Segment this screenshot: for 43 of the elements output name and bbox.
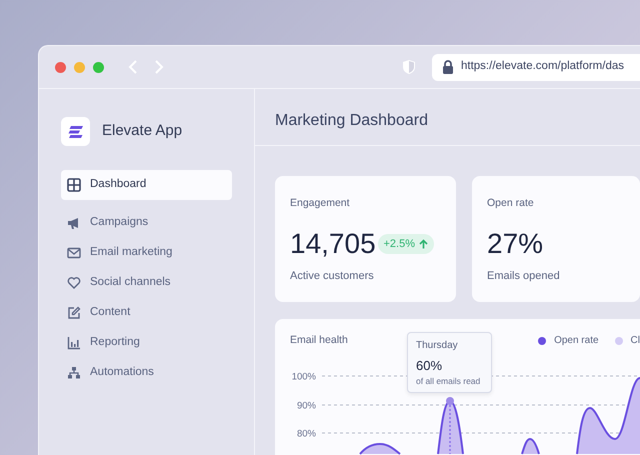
sidebar-item[interactable]: Email marketing <box>61 238 232 268</box>
shield-icon[interactable] <box>402 59 416 75</box>
logo-icon <box>61 117 90 146</box>
address-bar[interactable]: https://elevate.com/platform/das <box>432 54 640 80</box>
change-pill: +2.5% <box>378 234 434 254</box>
axis-label: 90% <box>296 400 316 412</box>
grid-icon <box>67 178 81 192</box>
minimize-light[interactable] <box>74 62 85 72</box>
back-icon[interactable] <box>128 60 138 74</box>
stat-caption: Emails opened <box>487 268 561 284</box>
page-title: Marketing Dashboard <box>255 89 640 146</box>
stat-value: 14,705 <box>290 230 376 258</box>
url-text: https://elevate.com/platform/das <box>461 59 624 74</box>
chart-title: Email health <box>290 333 348 348</box>
up-arrow-icon <box>419 238 428 249</box>
stat-value: 27% <box>487 230 544 258</box>
close-light[interactable] <box>55 62 66 72</box>
sidebar-item[interactable]: Social channels <box>61 268 232 298</box>
axis-label: 80% <box>296 428 316 440</box>
sidebar-item[interactable]: Automations <box>61 358 232 388</box>
legend-label: Open rate <box>554 334 599 348</box>
bar-chart-icon <box>67 336 81 350</box>
megaphone-icon <box>67 216 81 230</box>
stat-title: Open rate <box>487 196 535 211</box>
maximize-light[interactable] <box>93 62 104 72</box>
sidebar-item[interactable]: Campaigns <box>61 208 232 238</box>
stat-caption: Active customers <box>290 268 375 284</box>
sidebar-item[interactable]: Dashboard <box>61 170 232 200</box>
sidebar-item[interactable]: Reporting <box>61 328 232 358</box>
hierarchy-icon <box>67 366 81 380</box>
axis-label: 100% <box>292 371 316 382</box>
pencil-square-icon <box>67 306 81 320</box>
tooltip-caption: of all emails read <box>416 376 482 388</box>
forward-icon[interactable] <box>154 60 164 74</box>
heart-icon <box>67 276 81 290</box>
legend-label: Cl <box>630 334 640 348</box>
stat-title: Engagement <box>290 196 351 211</box>
lock-icon <box>442 60 454 74</box>
envelope-icon <box>67 246 81 260</box>
app-name: Elevate App <box>102 121 182 142</box>
tooltip-day: Thursday <box>416 338 483 353</box>
sidebar-item[interactable]: Content <box>61 298 232 328</box>
tooltip-value: 60% <box>416 357 444 375</box>
